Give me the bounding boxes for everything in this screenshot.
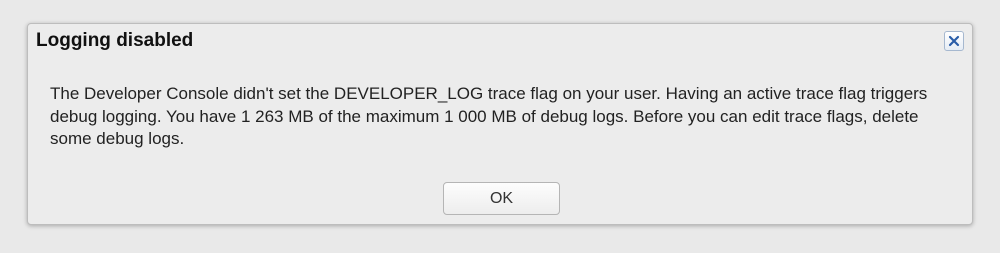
logging-disabled-dialog: Logging disabled The Developer Console d…: [27, 23, 973, 225]
close-icon: [948, 35, 960, 47]
close-button[interactable]: [944, 31, 964, 51]
dialog-title: Logging disabled: [36, 30, 194, 51]
dialog-message: The Developer Console didn't set the DEV…: [50, 84, 928, 148]
ok-button[interactable]: OK: [443, 182, 560, 215]
